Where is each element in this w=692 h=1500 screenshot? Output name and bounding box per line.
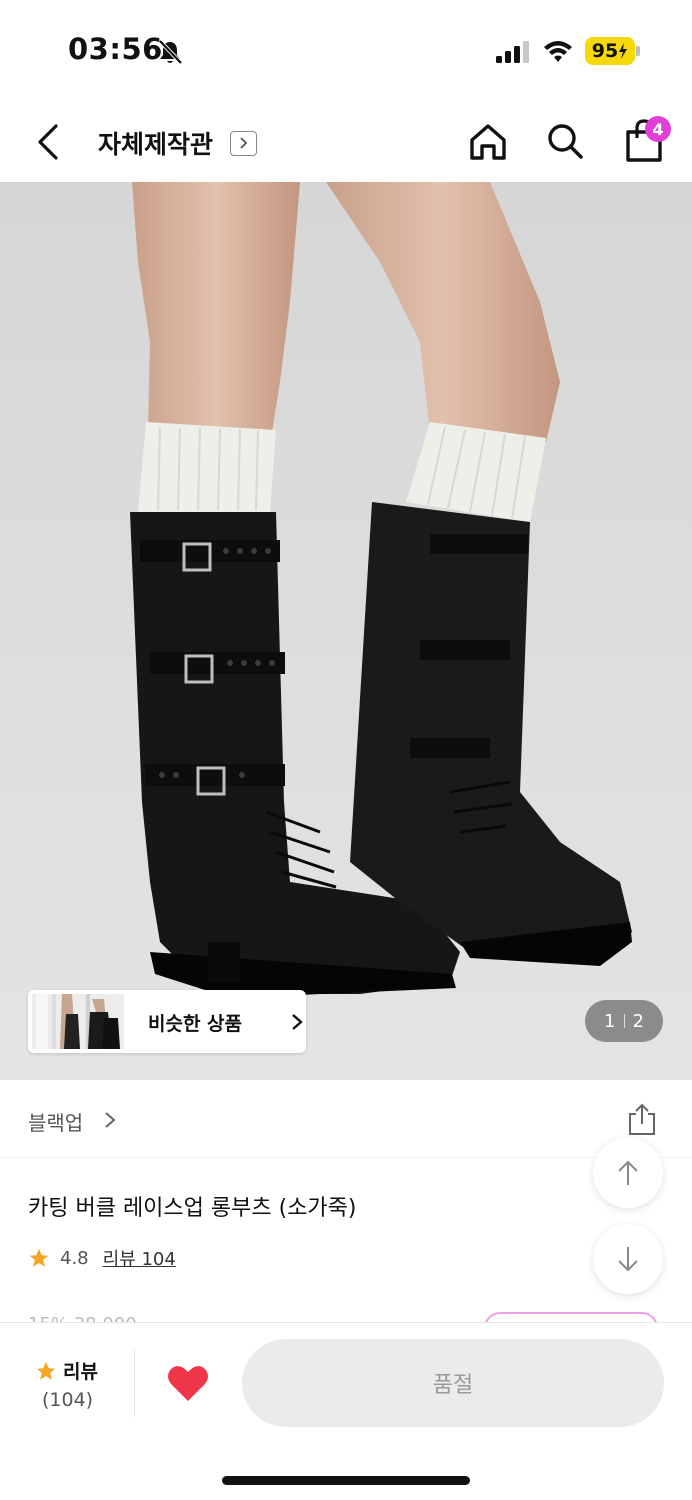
status-bar: 03:56 95 — [0, 0, 692, 100]
battery-indicator: 95 — [585, 37, 635, 65]
image-page-indicator: 1 2 — [585, 1000, 663, 1042]
arrow-up-icon — [618, 1160, 638, 1185]
charging-bolt-icon — [619, 43, 628, 59]
chevron-right-icon[interactable] — [104, 1110, 116, 1130]
page-total: 2 — [632, 1010, 644, 1032]
product-title: 카팅 버클 레이스업 롱부츠 (소가죽) — [28, 1196, 357, 1221]
battery-tip — [636, 46, 640, 56]
similar-products-label: 비슷한 상품 — [148, 1013, 243, 1035]
soldout-button[interactable]: 품절 — [242, 1339, 664, 1427]
bottom-divider — [134, 1349, 135, 1417]
similar-products-thumbnail — [32, 994, 124, 1049]
store-title[interactable]: 자체제작관 — [98, 125, 213, 161]
search-icon[interactable] — [544, 120, 586, 162]
review-tab-label: 리뷰 — [63, 1361, 98, 1383]
back-arrow-icon[interactable] — [30, 120, 70, 164]
product-image-carousel[interactable] — [0, 182, 692, 1080]
rating-value: 4.8 — [60, 1247, 89, 1269]
chevron-right-icon — [292, 1014, 303, 1030]
page-current: 1 — [604, 1010, 616, 1032]
top-navigation: 자체제작관 — [0, 100, 692, 182]
bottom-action-bar: 리뷰 (104) 품절 — [0, 1322, 692, 1500]
cellular-signal-icon — [496, 41, 529, 63]
bell-off-icon — [158, 39, 183, 65]
heart-icon[interactable] — [166, 1363, 210, 1403]
scroll-to-top-button[interactable] — [593, 1138, 663, 1208]
battery-level: 95 — [591, 40, 619, 62]
review-link[interactable]: 리뷰 104 — [103, 1245, 176, 1271]
page-divider — [623, 1014, 625, 1028]
arrow-down-icon — [618, 1247, 638, 1272]
wifi-icon — [544, 41, 572, 62]
cart-count-badge: 4 — [645, 116, 671, 142]
star-icon — [36, 1361, 56, 1380]
status-time: 03:56 — [68, 32, 163, 66]
scroll-to-bottom-button[interactable] — [593, 1224, 663, 1294]
home-icon[interactable] — [466, 120, 510, 164]
review-count: (104) — [42, 1389, 94, 1411]
share-icon[interactable] — [626, 1102, 658, 1136]
brand-row: 블랙업 — [0, 1080, 692, 1158]
brand-name[interactable]: 블랙업 — [28, 1107, 83, 1136]
rating-row: 4.8 리뷰 104 — [28, 1244, 176, 1272]
home-indicator — [222, 1476, 470, 1485]
review-tab-button[interactable]: 리뷰 (104) — [30, 1353, 110, 1413]
product-photo — [0, 182, 692, 1080]
similar-products-button[interactable]: 비슷한 상품 — [28, 990, 306, 1053]
star-icon — [29, 1248, 49, 1267]
store-chevron-icon[interactable] — [230, 131, 257, 156]
